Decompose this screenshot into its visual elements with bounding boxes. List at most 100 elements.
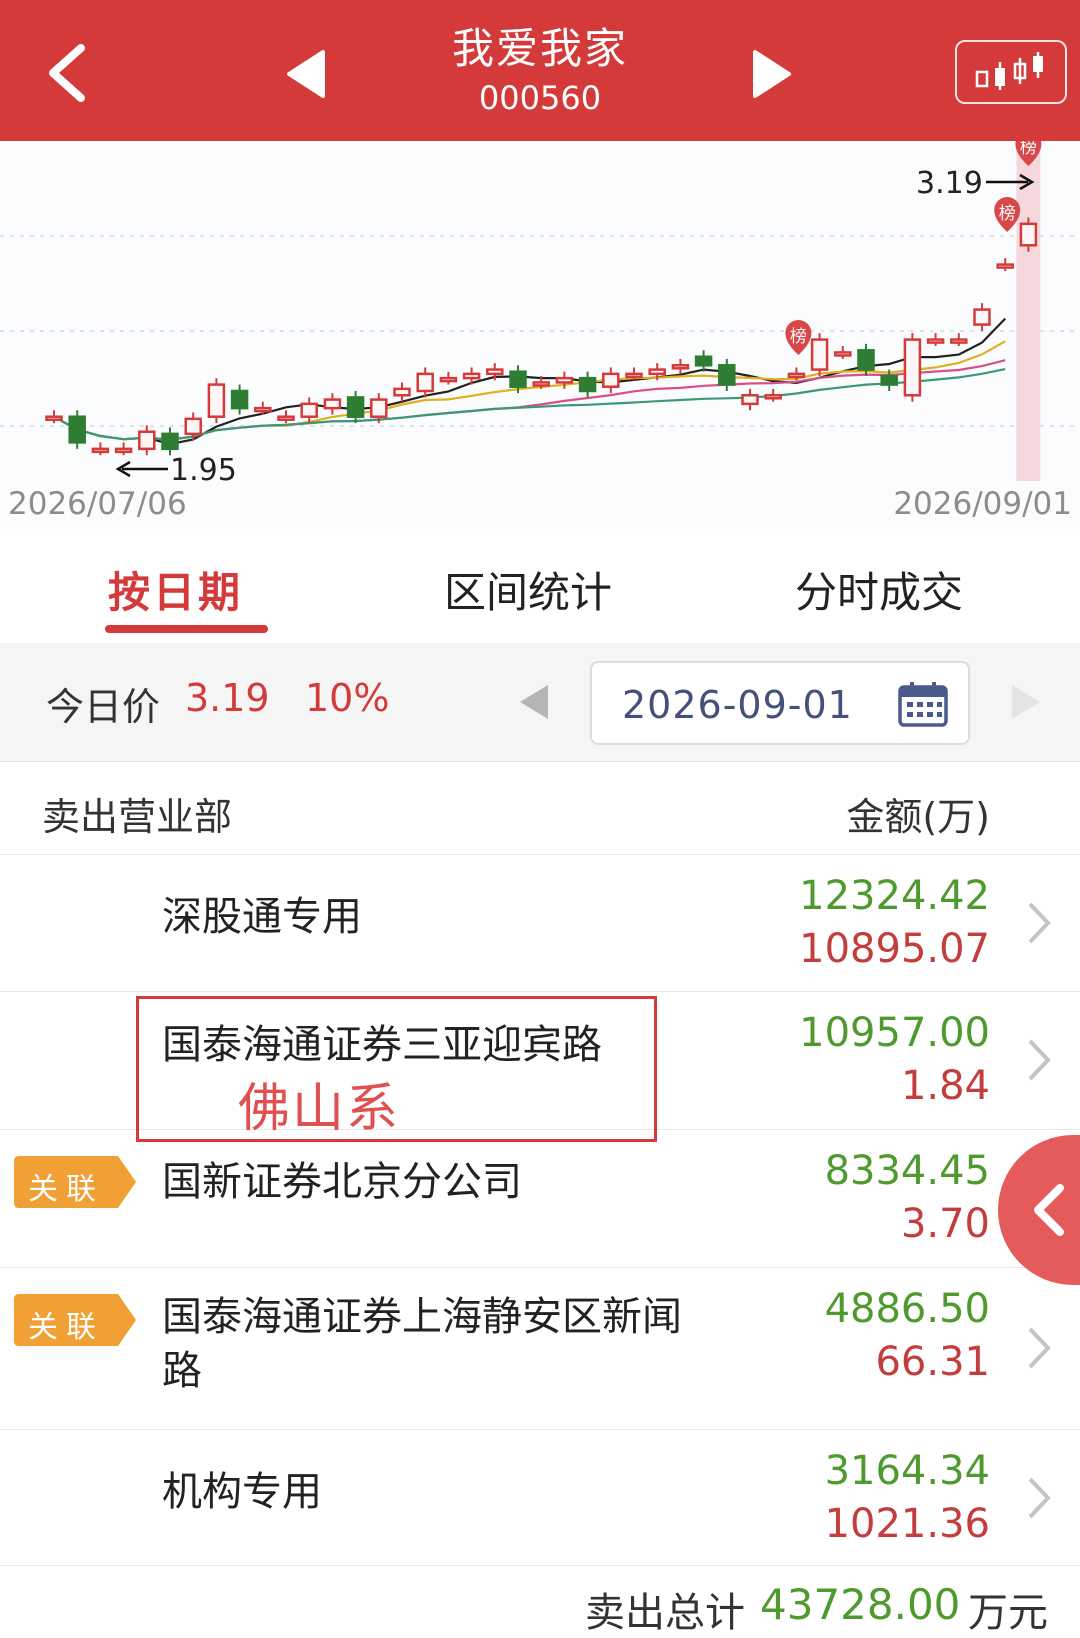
candle-body [787,372,806,379]
broker-name: 国泰海通证券上海静安区新闻 [162,1294,682,1340]
prev-date-button[interactable] [512,677,556,727]
prev-stock-button[interactable] [280,44,330,104]
table-row[interactable]: 关联 国新证券北京分公司 8334.45 3.70 [0,1130,1080,1268]
candle-body [532,381,550,387]
candle-body [671,364,690,370]
highlight-note: 佛山系 [238,1079,401,1139]
kline-chart[interactable]: 榜榜榜 3.19 1.95 2026/07/06 2026/09/01 [0,131,1080,529]
triangle-right-icon [753,50,791,98]
broker-name: 国新证券北京分公司 [162,1159,522,1205]
buy-amount: 4886.50 [824,1286,990,1332]
sell-amount: 1.84 [900,1063,990,1109]
candle-body [346,396,365,418]
tab-range-stats[interactable]: 区间统计 [444,559,612,620]
candle-body [950,338,968,344]
selected-date: 2026-09-01 [622,683,853,727]
candle-body [184,417,202,436]
buy-amount: 8334.45 [824,1148,990,1194]
table-header: 卖出营业部 金额(万) [0,762,1080,855]
candle-body [277,415,295,421]
candle-body [161,432,179,451]
candle-body [926,338,945,344]
candle-body [230,389,249,410]
today-price-value: 3.19 [185,676,270,720]
candle-body [1019,222,1038,247]
price-bar: 今日价 3.19 10% 2026-09-01 [0,643,1080,762]
candle-body [91,447,110,454]
rank-marker-label: 榜 [790,327,807,347]
calendar-icon [898,682,948,727]
sell-total-value: 43728.00 [760,1580,961,1629]
related-tag[interactable]: 关联 [14,1156,136,1208]
sell-amount: 3.70 [900,1201,990,1247]
candle-body [254,406,272,413]
candle-body [602,372,620,388]
chevron-right-icon [1028,1477,1051,1519]
broker-name: 机构专用 [162,1469,322,1515]
column-amount: 金额(万) [846,795,990,839]
broker-name: 深股通专用 [162,894,362,940]
tab-by-date[interactable]: 按日期 [108,559,243,620]
rank-marker-label: 榜 [1020,141,1037,158]
table-row[interactable]: 关联 国泰海通证券上海静安区新闻 路 4886.50 66.31 [0,1268,1080,1430]
candle-body [810,338,829,371]
candle-body [114,447,133,454]
related-tag-label: 关联 [28,1172,104,1207]
stock-title: 我爱我家 000560 [340,22,740,118]
buy-amount: 3164.34 [824,1448,990,1494]
sell-amount: 1021.36 [824,1501,990,1547]
candle-body [857,349,875,371]
buy-amount: 12324.42 [799,873,990,919]
candle-body [555,376,574,384]
buy-amount: 10957.00 [799,1010,990,1056]
x-start-date: 2026/07/06 [8,486,187,522]
candle-body [903,338,922,397]
candle-body [625,372,643,379]
candle-body [416,372,434,393]
table-row[interactable]: 深股通专用 12324.42 10895.07 [0,855,1080,992]
candle-body [741,394,759,406]
candle-body [370,398,388,418]
sell-total-label: 卖出总计 [585,1590,745,1636]
candle-body [694,355,713,367]
candle-body [996,263,1014,269]
candle-body [648,368,666,376]
kline-toggle-button[interactable] [955,40,1067,104]
triangle-left-icon [287,50,325,98]
kline-chart-svg: 榜榜榜3.191.952026/07/06 2026/09/01 [0,131,1080,522]
app-header: 我爱我家 000560 [0,0,1080,141]
high-price-label: 3.19 [916,166,983,201]
candle-body [393,387,411,397]
candle-body [578,376,597,393]
column-seller: 卖出营业部 [42,795,233,839]
candle-body [973,308,991,326]
triangle-right-icon [1012,685,1040,719]
candle-body [880,374,898,386]
sell-amount: 10895.07 [799,926,990,972]
x-end-date: 2026/09/01 [893,486,1072,522]
next-stock-button[interactable] [748,44,798,104]
low-price-label: 1.95 [170,453,237,488]
sell-total-footer: 卖出总计 43728.00 万元 [0,1566,1080,1636]
related-tag[interactable]: 关联 [14,1294,136,1346]
back-button[interactable] [38,38,94,108]
candle-body [509,370,527,388]
candle-body [462,372,481,380]
candle-body [439,376,458,383]
chevron-left-icon [49,44,85,102]
date-picker[interactable]: 2026-09-01 [590,661,970,745]
candle-body [300,402,318,418]
candlestick-icon [975,52,1043,90]
table-row[interactable]: 机构专用 3164.34 1021.36 [0,1430,1080,1566]
candle-body [323,398,342,410]
tab-intraday-deals[interactable]: 分时成交 [795,559,963,620]
triangle-left-icon [520,685,548,719]
stock-name: 我爱我家 [451,24,628,73]
chevron-right-icon [1028,1327,1051,1369]
candle-body [207,383,226,418]
chevron-left-icon [1034,1184,1064,1236]
next-date-button [1004,677,1048,727]
candle-body [45,415,63,421]
candle-body [68,415,86,444]
active-tab-indicator [105,625,268,633]
